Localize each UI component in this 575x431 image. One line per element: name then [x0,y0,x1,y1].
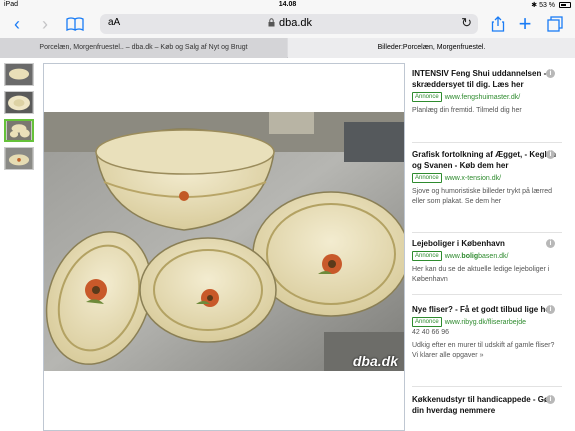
battery-status: ✱ 53 % [531,1,571,9]
ad-info-icon[interactable]: i [546,239,555,248]
tab-images[interactable]: Billeder:Porcelæn, Morgenfruestel. [288,38,575,58]
ad-url-highlight: bolig [461,252,479,260]
tab-listing[interactable]: Porcelæn, Morgenfruestel.. – dba.dk – Kø… [0,38,287,58]
ad-title[interactable]: Køkkenudstyr til handicappede - Gør din … [412,394,562,416]
product-photo[interactable]: dba.dk [44,112,410,371]
thumbnail-1[interactable] [4,63,34,86]
thumbnail-4[interactable] [4,147,34,170]
ad-url[interactable]: www.ribyg.dk/fliserarbejde [445,319,526,326]
ad-badge: Annonce [412,92,442,102]
ad-url-suffix: basen.dk/ [478,252,509,260]
bookmarks-button[interactable] [64,13,86,35]
share-icon [491,16,505,32]
ad-info-icon[interactable]: i [546,69,555,78]
ad-url[interactable]: www.boligbasen.dk/ [445,253,509,260]
ad-description: Her kan du se de aktuelle ledige lejebol… [412,265,550,283]
reload-icon[interactable]: ↻ [461,15,472,31]
ad-description: Udkig efter en murer til udskift af gaml… [412,341,555,359]
ad-title[interactable]: Lejeboliger i København [412,238,562,249]
ad-badge: Annonce [412,317,442,327]
ad-title[interactable]: Grafisk fortolkning af Ægget, - Keglen o… [412,149,562,171]
url-host: dba.dk [279,17,313,29]
address-bar[interactable]: aA dba.dk ↻ [100,14,478,34]
ad-url-prefix: www. [444,252,462,260]
ad-1[interactable]: INTENSIV Feng Shui uddannelsen - skrædde… [412,68,562,116]
ad-badge: Annonce [412,251,442,261]
thumbnail-2[interactable] [4,91,34,114]
ad-2[interactable]: Grafisk fortolkning af Ægget, - Keglen o… [412,149,562,207]
clock: 14.08 [278,1,297,8]
ad-title[interactable]: Nye fliser? - Få et godt tilbud lige her [412,304,562,315]
new-tab-button[interactable]: + [514,13,536,35]
tabs-icon [547,16,563,32]
divider [412,232,562,233]
bowls-image [44,112,410,371]
ads-sidebar: INTENSIV Feng Shui uddannelsen - skrædde… [412,64,575,431]
bluetooth-icon: ✱ [531,2,538,9]
ad-info-icon[interactable]: i [546,305,555,314]
back-button[interactable]: ‹ [6,13,28,35]
battery-percent: 53 % [539,2,556,9]
thumbnail-strip [4,63,38,175]
ad-badge: Annonce [412,173,442,183]
browser-toolbar: ‹ › aA dba.dk ↻ + [0,10,575,38]
reader-options-button[interactable]: aA [108,17,120,28]
ad-info-icon[interactable]: i [546,150,555,159]
ad-title[interactable]: INTENSIV Feng Shui uddannelsen - skrædde… [412,68,562,90]
lock-icon [268,18,275,27]
ad-phone[interactable]: 42 40 66 96 [412,328,562,338]
divider [412,142,562,143]
divider [412,386,562,387]
watermark: dba.dk [352,353,398,369]
ad-5[interactable]: Køkkenudstyr til handicappede - Gør din … [412,394,562,416]
status-bar: iPad 14.08 ✱ 53 % [0,0,575,10]
ad-4[interactable]: Nye fliser? - Få et godt tilbud lige her… [412,304,562,361]
tab-strip: Porcelæn, Morgenfruestel.. – dba.dk – Kø… [0,38,575,58]
share-button[interactable] [487,13,509,35]
forward-button[interactable]: › [34,13,56,35]
ad-3[interactable]: Lejeboliger i København Annonce www.bolig… [412,238,562,285]
book-icon [66,17,84,32]
thumbnail-3-selected[interactable] [4,119,34,142]
tabs-overview-button[interactable] [544,13,566,35]
battery-icon [559,2,571,9]
ad-url[interactable]: www.fengshuimaster.dk/ [445,94,520,101]
divider [412,294,562,295]
ad-info-icon[interactable]: i [546,395,555,404]
ad-description: Planlæg din fremtid. Tilmeld dig her [412,106,522,114]
image-viewer: dba.dk [43,63,410,431]
ad-url[interactable]: www.x-tension.dk/ [445,175,501,182]
ad-description: Sjove og humoristiske billeder trykt på … [412,187,553,205]
